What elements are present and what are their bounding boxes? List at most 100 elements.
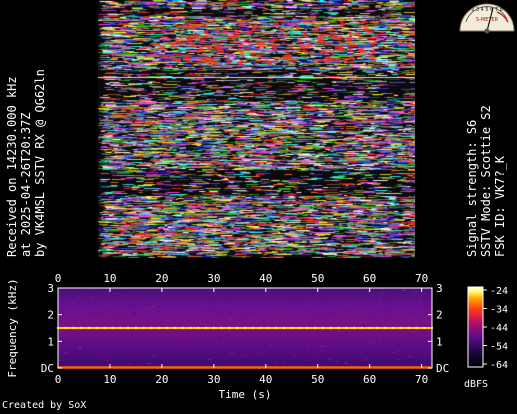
spectrogram-tone-sample [220, 326, 223, 330]
spectrogram-noise [284, 333, 287, 335]
spectrogram-tone-sample [368, 326, 371, 330]
spectrogram-noise [122, 295, 124, 297]
spectrogram-noise [135, 307, 139, 309]
spectrogram-noise [315, 310, 318, 312]
spectrogram-noise [91, 297, 94, 299]
spectrogram-noise [311, 333, 315, 335]
spectrogram-noise [315, 320, 318, 322]
spectrogram-noise [319, 345, 322, 347]
spectrogram-noise [321, 345, 325, 347]
spectrogram-noise [360, 307, 364, 309]
x-tick-label-bottom: 30 [207, 373, 220, 386]
spectrogram-noise [232, 351, 236, 353]
spectrogram-tone-sample [321, 326, 325, 330]
s-meter-scale: 1 2 3 4 5 6 7 8 9 [466, 7, 507, 13]
spectrogram-noise [412, 294, 415, 296]
spectrogram-noise [295, 360, 297, 362]
spectrogram-tone-sample [228, 326, 231, 330]
spectrogram-noise [428, 305, 431, 307]
spectrogram-noise [341, 310, 343, 312]
spectrogram-noise [381, 341, 384, 343]
spectrogram-noise [242, 298, 244, 300]
spectrogram-noise [97, 312, 100, 314]
spectrogram-tone-sample [103, 326, 106, 330]
spectrogram-tone-sample [72, 326, 75, 330]
spectrogram-noise [353, 356, 356, 358]
spectrogram-noise [417, 311, 421, 313]
spectrogram-noise [386, 355, 390, 357]
spectrogram-noise [375, 330, 377, 332]
spectrogram-noise [401, 351, 403, 353]
spectrogram-noise [329, 357, 333, 359]
spectrogram-noise [105, 293, 107, 295]
s-meter-label: S-METER [476, 17, 499, 23]
spectrogram-noise [217, 311, 221, 313]
spectrogram-noise [389, 340, 392, 342]
spectrogram-noise [368, 343, 372, 345]
spectrogram-noise [379, 301, 383, 303]
spectrogram-noise [257, 323, 261, 325]
spectrogram-noise [95, 353, 98, 355]
spectrogram-noise [387, 357, 390, 359]
spectrogram-tone-sample [430, 326, 434, 330]
spectrogram-noise [298, 322, 302, 324]
spectrogram-noise [106, 325, 109, 327]
spectrogram-noise [274, 362, 277, 364]
spectrogram-tone-sample [119, 326, 122, 330]
spectrogram-noise [79, 292, 81, 294]
spectrogram-noise [87, 289, 90, 291]
spectrogram-noise [427, 321, 431, 323]
spectrogram-chart: 0 10 20 30 40 50 60 70 0 10 20 30 40 50 60 70 3 2 1 DC 3 2… [6, 272, 508, 400]
spectrogram-noise [59, 299, 62, 301]
spectrogram-noise [410, 342, 412, 344]
spectrogram-noise [317, 293, 321, 295]
spectrogram-noise [345, 361, 348, 363]
spectrogram-noise [116, 293, 119, 295]
spectrogram-noise [106, 359, 109, 361]
spectrogram-noise [79, 347, 82, 349]
spectrogram-noise [243, 291, 246, 293]
spectrogram-noise [262, 355, 266, 357]
spectrogram-noise [265, 326, 269, 328]
spectrogram-noise [386, 319, 388, 321]
spectrogram-tone-sample [259, 326, 262, 330]
colorbar-tick-label: -54 [490, 342, 508, 353]
spectrogram-noise [408, 355, 411, 357]
spectrogram-noise [133, 291, 136, 293]
spectrogram-noise [379, 339, 383, 341]
colorbar-unit-label: dBFS [464, 379, 488, 390]
spectrogram-tone-sample [181, 326, 184, 330]
s-meter-pivot [484, 28, 490, 34]
spectrogram-noise [303, 322, 305, 324]
spectrogram-noise [261, 320, 265, 322]
spectrogram-noise [286, 331, 290, 333]
x-tick-label-bottom: 50 [311, 373, 324, 386]
spectrogram-noise [203, 304, 205, 306]
spectrogram-noise [326, 300, 328, 302]
spectrogram-noise [407, 319, 410, 321]
spectrogram-noise [161, 341, 164, 343]
spectrogram-noise [358, 364, 360, 366]
spectrogram-noise [329, 330, 332, 332]
spectrogram-tone-sample [165, 326, 169, 330]
spectrogram-tone-sample [173, 326, 177, 330]
spectrogram-noise [269, 338, 273, 340]
spectrogram-noise [273, 351, 276, 353]
spectrogram-tone-sample [126, 326, 130, 330]
spectrogram-noise [319, 348, 322, 350]
spectrogram-noise [269, 344, 272, 346]
spectrogram-noise [111, 313, 114, 315]
signal-strength-text: Signal strength: S6 [465, 119, 479, 257]
spectrogram-noise [369, 314, 373, 316]
spectrogram-noise [109, 298, 112, 300]
spectrogram-noise [91, 320, 94, 322]
spectrogram-tone-sample [282, 326, 286, 330]
spectrogram-noise [151, 355, 155, 357]
spectrogram-noise [231, 364, 234, 366]
colorbar-tick-label: -64 [490, 360, 508, 371]
spectrogram-noise [251, 318, 254, 320]
spectrogram-noise [78, 348, 81, 350]
spectrogram-noise [306, 306, 308, 308]
spectrogram-noise [331, 314, 335, 316]
spectrogram-tone-sample [212, 326, 216, 330]
